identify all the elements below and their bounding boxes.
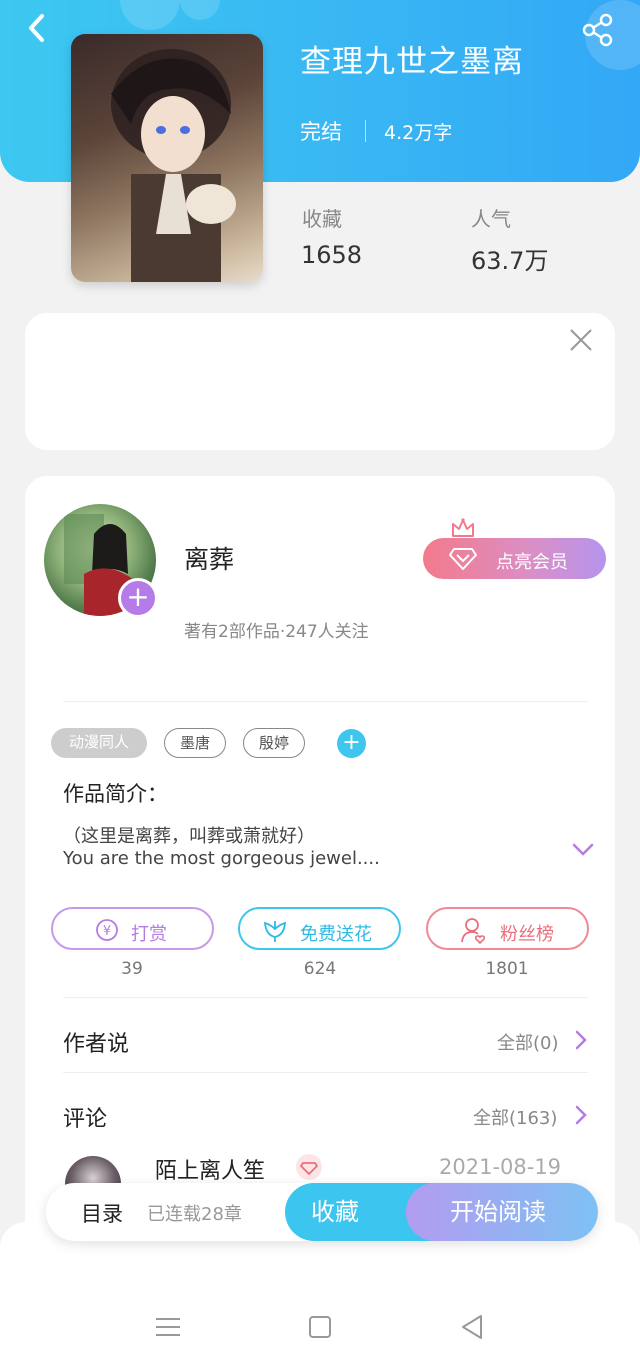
tag-item[interactable]: 墨唐: [164, 728, 226, 758]
book-cover-image: [71, 34, 263, 282]
crown-icon: [452, 518, 474, 537]
ad-card: [25, 313, 615, 450]
close-icon: [570, 329, 592, 351]
svg-text:¥: ¥: [103, 924, 111, 939]
back-triangle-icon[interactable]: [457, 1312, 487, 1342]
back-arrow-icon: [29, 14, 44, 42]
chapter-count: 已连载28章: [147, 1204, 242, 1225]
diamond-icon: [449, 548, 477, 570]
chevron-right-icon[interactable]: [573, 1029, 589, 1051]
intro-title: 作品简介：: [63, 782, 168, 806]
tip-count: 39: [121, 959, 143, 979]
chevron-right-icon[interactable]: [573, 1104, 589, 1126]
divider: [63, 1072, 588, 1073]
popularity-value: 63.7万: [471, 247, 549, 275]
chevron-down-icon: [572, 843, 594, 856]
send-flower-label: 免费送花: [300, 924, 372, 945]
start-reading-button[interactable]: 开始阅读: [406, 1183, 598, 1241]
word-count: 4.2万字: [384, 122, 453, 144]
bottom-panel: [0, 1222, 640, 1365]
comments-title: 评论: [63, 1107, 108, 1132]
commenter-name[interactable]: 陌上离人笙: [155, 1153, 265, 1185]
tip-button-label: 打赏: [131, 924, 167, 945]
author-says-all-link[interactable]: 全部(0): [497, 1029, 559, 1055]
status-divider: [365, 120, 366, 142]
intro-text: You are the most gorgeous jewel....: [63, 848, 380, 869]
tag-category[interactable]: 动漫同人: [51, 728, 147, 758]
fan-user-icon: [461, 918, 486, 944]
add-tag-button[interactable]: +: [337, 729, 366, 758]
vip-badge-icon: [296, 1154, 322, 1180]
favorites-value: 1658: [301, 241, 363, 269]
share-button[interactable]: [580, 12, 616, 48]
yen-coin-icon: ¥: [96, 919, 118, 941]
back-button[interactable]: [22, 12, 54, 44]
author-says-title: 作者说: [63, 1032, 130, 1057]
fan-ranking-button[interactable]: 粉丝榜: [426, 907, 589, 950]
tip-button[interactable]: ¥ 打赏: [51, 907, 214, 950]
bottom-action-bar: 目录 已连载28章 收藏 开始阅读: [46, 1183, 598, 1241]
vip-button[interactable]: 点亮会员: [423, 538, 606, 579]
comments-all-link[interactable]: 全部(163): [473, 1104, 557, 1130]
intro-text: （这里是离葬，叫葬或萧就好）: [63, 826, 315, 847]
author-meta: 著有2部作品·247人关注: [184, 622, 369, 642]
flower-icon: [263, 921, 287, 942]
share-icon: [582, 13, 613, 47]
fan-ranking-label: 粉丝榜: [500, 924, 554, 945]
comment-date: 2021-08-19: [439, 1155, 562, 1179]
favorites-label: 收藏: [302, 207, 342, 231]
book-title: 查理九世之墨离: [300, 44, 524, 80]
menu-icon[interactable]: [153, 1312, 183, 1342]
send-flower-button[interactable]: 免费送花: [238, 907, 401, 950]
divider: [63, 701, 588, 702]
table-of-contents-button[interactable]: 目录: [81, 1198, 123, 1228]
popularity-label: 人气: [471, 207, 511, 231]
fan-count: 1801: [485, 959, 529, 979]
book-status: 完结: [300, 120, 342, 144]
ad-close-button[interactable]: [567, 326, 595, 354]
home-square-icon[interactable]: [305, 1312, 335, 1342]
author-name[interactable]: 离葬: [184, 540, 234, 576]
expand-intro-button[interactable]: [570, 836, 596, 862]
tag-item[interactable]: 殷婷: [243, 728, 305, 758]
follow-author-button[interactable]: +: [118, 578, 158, 618]
divider: [63, 997, 588, 998]
flower-count: 624: [303, 959, 337, 979]
vip-button-label: 点亮会员: [496, 552, 568, 573]
